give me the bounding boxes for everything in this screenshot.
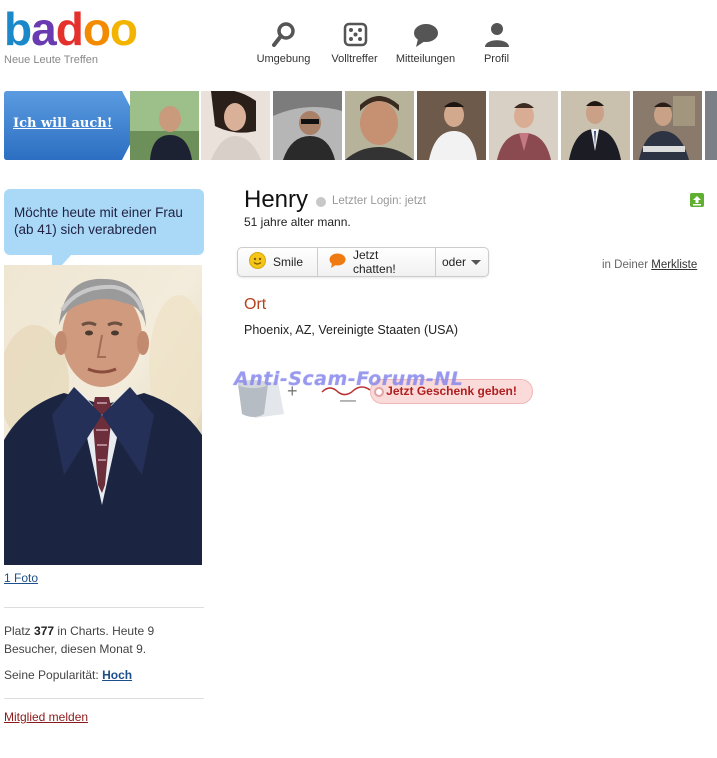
- status-message: Möchte heute mit einer Frau (ab 41) sich…: [14, 205, 183, 237]
- ich-will-auch-button[interactable]: Ich will auch!: [4, 91, 144, 160]
- profile-age-text: 51 jahre alter mann.: [244, 215, 351, 229]
- share-up-arrow-icon[interactable]: [690, 193, 704, 207]
- member-thumbnail[interactable]: [417, 91, 486, 160]
- search-icon: [248, 20, 319, 50]
- nav-label: Umgebung: [256, 53, 311, 65]
- top-navigation: Umgebung Volltreffer Mitteilungen Profil: [248, 20, 532, 65]
- nav-label: Profil: [483, 53, 510, 65]
- last-login-text: Letzter Login: jetzt: [332, 195, 426, 207]
- favorites-info: in Deiner Merkliste: [602, 259, 697, 271]
- badoo-logo[interactable]: badoo Neue Leute Treffen: [4, 6, 164, 66]
- member-thumbnail[interactable]: [633, 91, 702, 160]
- gift-section: + — Jetzt Geschenk geben!: [222, 352, 542, 422]
- cta-label: Ich will auch!: [13, 116, 113, 131]
- member-thumbnail[interactable]: [489, 91, 558, 160]
- member-thumbnail[interactable]: [345, 91, 414, 160]
- sidebar-divider: [4, 607, 204, 608]
- chevron-down-icon: [471, 259, 482, 265]
- speech-bubble-icon: [390, 20, 461, 50]
- smiley-icon: [249, 252, 273, 272]
- charts-prefix: Platz: [4, 624, 31, 638]
- more-options-dropdown[interactable]: oder: [436, 248, 488, 276]
- nav-label: Volltreffer: [331, 53, 378, 65]
- user-icon: [461, 20, 532, 50]
- give-gift-button[interactable]: Jetzt Geschenk geben!: [370, 379, 533, 404]
- chat-label: Jetzt chatten!: [353, 248, 396, 276]
- nav-mitteilungen[interactable]: Mitteilungen: [390, 20, 461, 65]
- member-thumbnail[interactable]: [130, 91, 199, 160]
- more-label: oder: [442, 255, 467, 269]
- profile-action-bar: Smile Jetzt chatten! oder: [237, 247, 489, 277]
- nav-volltreffer[interactable]: Volltreffer: [319, 20, 390, 65]
- online-status-dot: [316, 197, 326, 207]
- charts-rank: 377: [34, 624, 55, 638]
- gift-ring-icon: [374, 387, 384, 397]
- logo-wordmark: badoo: [4, 3, 138, 55]
- location-value: Phoenix, AZ, Vereinigte Staaten (USA): [244, 323, 459, 337]
- photo-count-link[interactable]: 1 Foto: [4, 571, 38, 585]
- popularity-info: Seine Popularität: Hoch: [4, 668, 132, 682]
- nav-umgebung[interactable]: Umgebung: [248, 20, 319, 65]
- favorites-link[interactable]: Merkliste: [651, 259, 697, 271]
- chat-now-button[interactable]: Jetzt chatten!: [318, 248, 436, 276]
- profile-name: Henry: [244, 186, 309, 213]
- member-thumbnail[interactable]: [705, 91, 717, 160]
- dice-icon: [319, 20, 390, 50]
- member-photo-strip: Ich will auch!: [4, 91, 717, 160]
- status-bubble: Möchte heute mit einer Frau (ab 41) sich…: [4, 189, 204, 255]
- charts-info: Platz 377 in Charts. Heute 9 Besucher, d…: [4, 622, 204, 658]
- nav-label: Mitteilungen: [395, 53, 456, 65]
- gift-button-label: Jetzt Geschenk geben!: [386, 384, 517, 398]
- logo-tagline: Neue Leute Treffen: [4, 54, 98, 66]
- favorites-prefix: in Deiner: [602, 259, 649, 271]
- member-thumbnail[interactable]: [561, 91, 630, 160]
- smile-button[interactable]: Smile: [238, 248, 318, 276]
- chat-bubble-icon: [329, 253, 353, 271]
- location-heading: Ort: [244, 296, 267, 313]
- popularity-label: Seine Popularität:: [4, 668, 99, 682]
- nav-profil[interactable]: Profil: [461, 20, 532, 65]
- popularity-value-link[interactable]: Hoch: [102, 668, 132, 682]
- profile-photo[interactable]: [4, 265, 202, 565]
- report-member-link[interactable]: Mitglied melden: [4, 710, 88, 724]
- member-thumbnail[interactable]: [273, 91, 342, 160]
- minus-icon[interactable]: —: [340, 392, 356, 410]
- smile-label: Smile: [273, 255, 304, 269]
- plus-icon[interactable]: +: [287, 381, 298, 402]
- sidebar-divider: [4, 698, 204, 699]
- gift-cup-icon: [238, 380, 284, 418]
- member-thumbnail[interactable]: [201, 91, 270, 160]
